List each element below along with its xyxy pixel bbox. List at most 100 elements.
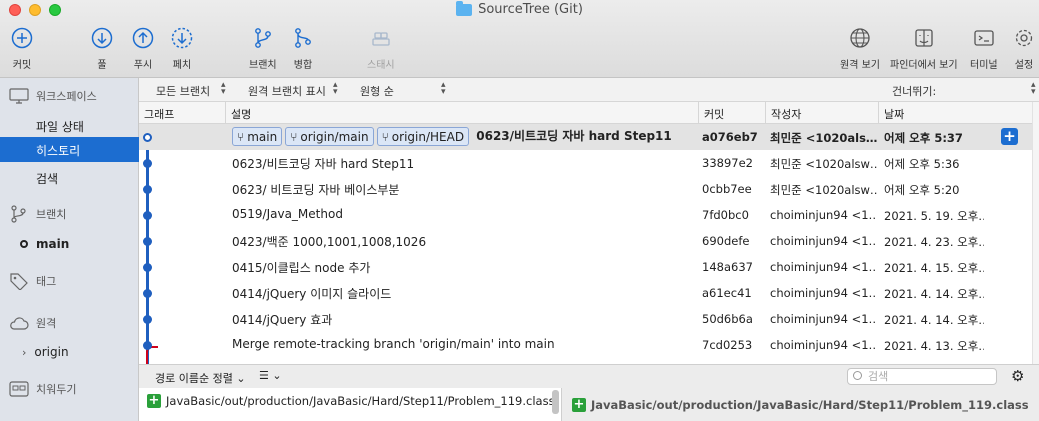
folder-icon <box>456 0 473 16</box>
commit-date: 어제 오후 5:37 <box>884 131 963 145</box>
add-button[interactable]: + <box>1001 128 1018 145</box>
sidebar-footer: 치워두기 <box>0 365 139 421</box>
sidebar-section-tags[interactable]: 태그 <box>9 272 56 290</box>
push-button[interactable]: 푸시 <box>131 26 155 71</box>
search-icon <box>853 371 862 380</box>
updown-chevron-icon: ▴ ▾ <box>221 80 226 97</box>
sidebar-item-file-status[interactable]: 파일 상태 <box>36 118 84 135</box>
commit-button[interactable]: 커밋 <box>10 26 34 71</box>
fetch-button[interactable]: 페치 <box>170 26 194 71</box>
table-row[interactable]: ⑂ main ⑂ origin/main ⑂ origin/HEAD 0623/비트코딩 … <box>139 124 1032 150</box>
commit-list-scrollbar[interactable] <box>1032 102 1039 364</box>
all-branches-select[interactable]: 모든 브랜치 <box>156 83 210 99</box>
column-commit[interactable]: 커밋 <box>704 106 724 122</box>
remote-view-button[interactable]: 원격 보기 <box>840 26 880 71</box>
commit-author: choiminjun94 <1… <box>770 286 877 300</box>
commit-author: choiminjun94 <1… <box>770 234 877 248</box>
table-row[interactable]: 0519/Java_Method 7fd0bc0 choiminjun94 <1… <box>139 202 1032 228</box>
terminal-icon <box>972 26 996 50</box>
file-list-scrollbar[interactable] <box>552 390 559 414</box>
commit-author: choiminjun94 <1… <box>770 338 877 352</box>
commit-message: 0623/비트코딩 자바 hard Step11 <box>232 157 415 171</box>
graph-node <box>143 133 152 142</box>
column-author[interactable]: 작성자 <box>771 106 801 122</box>
sidebar-section-branches[interactable]: 브랜치 <box>9 205 66 223</box>
column-description[interactable]: 설명 <box>231 106 251 122</box>
commit-message: Merge remote-tracking branch 'origin/mai… <box>232 337 555 351</box>
commit-table-header: 그래프 설명 커밋 작성자 날짜 <box>139 102 1032 124</box>
commit-message: ⑂ main ⑂ origin/main ⑂ origin/HEAD 0623/비트코딩 … <box>232 127 672 146</box>
commit-hash: a076eb7 <box>702 130 758 144</box>
chevron-down-icon: ⌄ <box>272 369 282 382</box>
fetch-icon <box>170 26 194 50</box>
sidebar-section-remotes[interactable]: 원격 <box>9 315 56 331</box>
terminal-button[interactable]: 터미널 <box>970 26 998 71</box>
graph-node <box>143 341 152 350</box>
updown-chevron-icon: ▴ ▾ <box>441 80 446 97</box>
commit-hash: 50d6b6a <box>702 312 753 326</box>
branch-button[interactable]: 브랜치 <box>249 26 277 71</box>
cloud-icon <box>10 317 29 330</box>
toolbar: SourceTree (Git) 커밋 풀 푸시 페치 브랜치 병합 스태시 원… <box>0 0 1039 78</box>
finder-icon <box>912 26 936 50</box>
gear-icon[interactable]: ⚙ <box>1011 367 1024 385</box>
table-row[interactable]: 0414/jQuery 효과 50d6b6a choiminjun94 <1… … <box>139 306 1032 332</box>
list-view-dropdown[interactable]: ☰ ⌄ <box>259 369 282 382</box>
sidebar-item-branch-main[interactable]: main <box>20 237 69 251</box>
table-row[interactable]: 0423/백준 1000,1001,1008,1026 690defe choi… <box>139 228 1032 254</box>
list-icon: ☰ <box>259 369 269 382</box>
commit-date: 2021. 4. 14. 오후… <box>884 313 984 327</box>
commit-hash: 148a637 <box>702 260 753 274</box>
file-list-toolbar: 경로 이름순 정렬 ⌄ ☰ ⌄ 검색 ⚙ <box>139 364 1039 388</box>
plus-circle-icon <box>10 26 34 50</box>
skip-stepper[interactable]: ▴ ▾ <box>1031 81 1036 97</box>
column-graph[interactable]: 그래프 <box>144 106 174 122</box>
stash-button[interactable]: 스태시 <box>367 26 395 71</box>
commit-message: 0423/백준 1000,1001,1008,1026 <box>232 235 427 249</box>
branch-tag[interactable]: ⑂ origin/main <box>285 127 374 146</box>
chevron-down-icon: ⌄ <box>236 372 246 385</box>
list-item[interactable]: + JavaBasic/out/production/JavaBasic/Har… <box>147 394 555 408</box>
skip-label: 건너뛰기: <box>892 85 937 98</box>
commit-author: choiminjun94 <1… <box>770 208 877 222</box>
settings-button[interactable]: 설정 <box>1012 26 1036 71</box>
commit-message: 0415/이클립스 node 추가 <box>232 261 371 275</box>
show-remote-select[interactable]: 원격 브랜치 표시 <box>248 83 326 99</box>
sidebar-item-remote-origin[interactable]: › origin <box>22 345 69 359</box>
order-select[interactable]: 원형 순 <box>360 83 394 99</box>
graph-node <box>143 315 152 324</box>
search-input[interactable]: 검색 <box>847 368 997 385</box>
sidebar-section-workspace[interactable]: 워크스페이스 <box>9 88 97 104</box>
graph-node <box>143 237 152 246</box>
sidebar-item-search[interactable]: 검색 <box>36 170 58 187</box>
branch-tag[interactable]: ⑂ main <box>232 127 283 146</box>
commit-date: 어제 오후 5:20 <box>884 183 960 197</box>
commit-author: 최민준 <1020alsw… <box>770 157 877 171</box>
table-row[interactable]: 0623/비트코딩 자바 hard Step11 33897e2 최민준 <10… <box>139 150 1032 176</box>
finder-view-button[interactable]: 파인더에서 보기 <box>890 26 958 71</box>
branch-tag[interactable]: ⑂ origin/HEAD <box>376 127 470 146</box>
column-date[interactable]: 날짜 <box>884 106 904 122</box>
table-row[interactable]: 0414/jQuery 이미지 슬라이드 a61ec41 choiminjun9… <box>139 280 1032 306</box>
filter-bar: 모든 브랜치 ▴ ▾ 원격 브랜치 표시 ▴ ▾ 원형 순 ▴ ▾ 건너뛰기: ▴ ▾ <box>139 78 1039 102</box>
pull-button[interactable]: 풀 <box>90 26 114 71</box>
table-row[interactable]: Merge remote-tracking branch 'origin/mai… <box>139 332 1032 358</box>
commit-message: 0414/jQuery 이미지 슬라이드 <box>232 287 392 301</box>
commit-hash: 690defe <box>702 234 750 248</box>
sort-dropdown[interactable]: 경로 이름순 정렬 ⌄ <box>155 370 246 386</box>
stash-icon <box>9 381 29 397</box>
tag-icon <box>10 273 28 290</box>
chevron-right-icon[interactable]: › <box>22 346 26 359</box>
table-row[interactable]: 0623/ 비트코딩 자바 베이스부분 0cbb7ee 최민준 <1020als… <box>139 176 1032 202</box>
commit-date: 2021. 4. 13. 오후… <box>884 339 984 353</box>
sidebar-section-stashes[interactable]: 치워두기 <box>9 381 76 397</box>
sidebar-item-history[interactable]: 히스토리 <box>0 137 139 162</box>
table-row[interactable]: 0415/이클립스 node 추가 148a637 choiminjun94 <… <box>139 254 1032 280</box>
monitor-icon <box>9 88 29 104</box>
merge-button[interactable]: 병합 <box>291 26 315 71</box>
diff-file-header: + JavaBasic/out/production/JavaBasic/Har… <box>572 397 1029 412</box>
commit-message: 0519/Java_Method <box>232 207 343 221</box>
arrow-down-circle-icon <box>90 26 114 50</box>
changed-files-list: + JavaBasic/out/production/JavaBasic/Har… <box>139 388 562 421</box>
diff-pane: + JavaBasic/out/production/JavaBasic/Har… <box>562 388 1039 421</box>
